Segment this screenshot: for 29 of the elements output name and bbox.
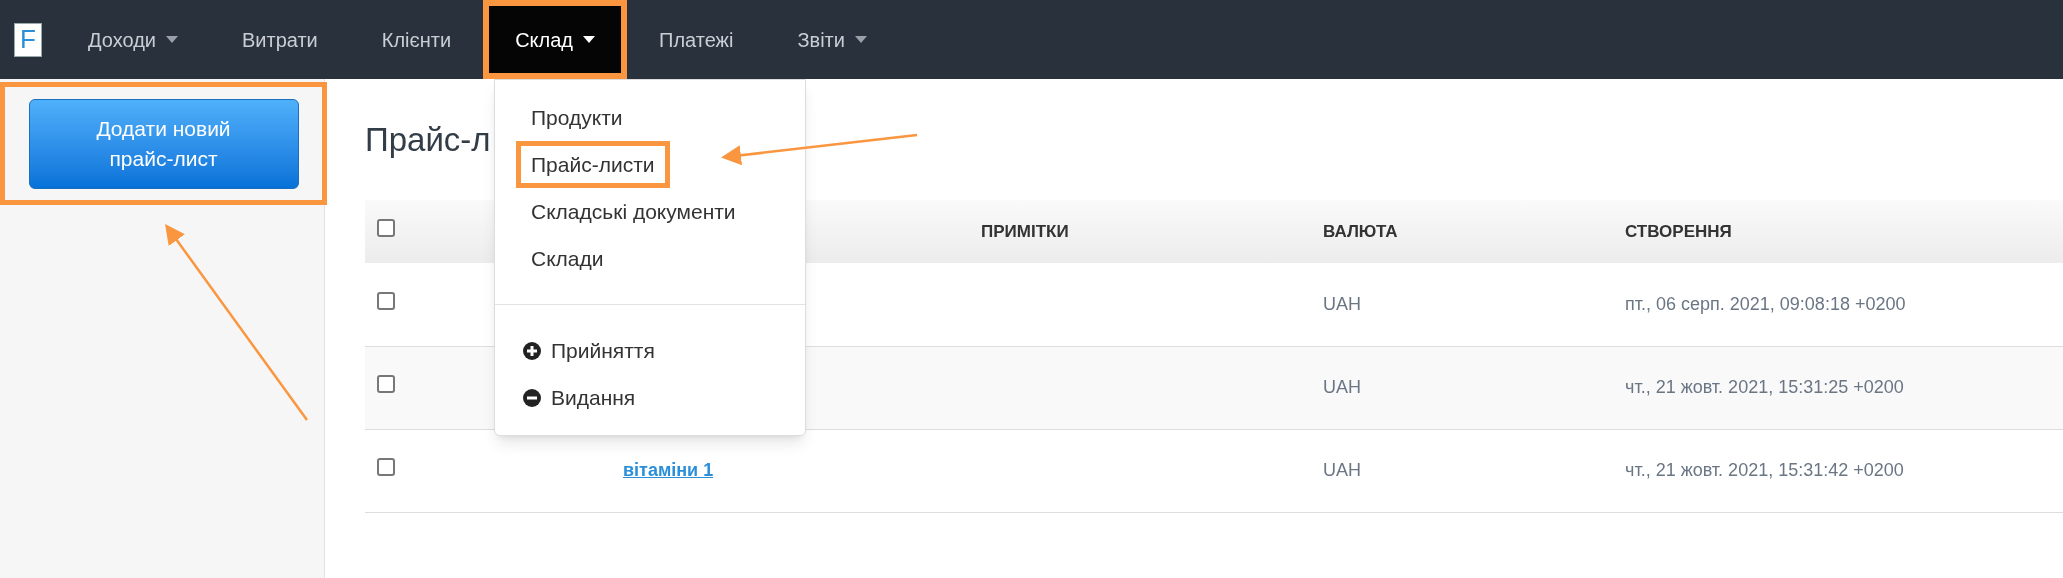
checkbox[interactable]	[377, 219, 395, 237]
menu-item[interactable]: Склади	[531, 242, 604, 275]
nav-tab[interactable]: Платежі	[627, 0, 766, 79]
menu-item[interactable]: Видання	[495, 374, 805, 421]
table-cell: чт., 21 жовт. 2021, 15:31:25 +0200	[1625, 377, 1904, 397]
column-header: ВАЛЮТА	[1323, 221, 1398, 241]
column-header: СТВОРЕННЯ	[1625, 221, 1732, 241]
menu-item[interactable]: Прайс-листи	[516, 140, 670, 189]
nav-tab[interactable]: Клієнти	[349, 0, 484, 79]
table-cell: чт., 21 жовт. 2021, 15:31:42 +0200	[1625, 460, 1904, 480]
checkbox[interactable]	[377, 458, 395, 476]
table-cell: UAH	[1323, 293, 1361, 314]
column-header: ПРИМІТКИ	[981, 221, 1069, 241]
nav-tab[interactable]: Доходи	[56, 0, 210, 79]
checkbox[interactable]	[377, 291, 395, 310]
menu-item[interactable]: Продукти	[531, 101, 623, 134]
minus-circle-icon	[523, 388, 541, 407]
plus-circle-icon	[523, 341, 541, 360]
nav-tab[interactable]: Звіти	[765, 0, 899, 79]
nav-tab[interactable]: Витрати	[209, 0, 350, 79]
table-cell: UAH	[1323, 377, 1361, 397]
menu-item[interactable]: Прийняття	[495, 327, 805, 374]
page-title: Прайс-л	[365, 119, 491, 160]
nav-tab[interactable]: Склад	[483, 0, 628, 79]
table-cell: пт., 06 серп. 2021, 09:08:18 +0200	[1625, 293, 1906, 314]
table-cell: UAH	[1323, 460, 1361, 480]
checkbox[interactable]	[377, 375, 395, 393]
add-button[interactable]: Додати новий прайс-лист	[28, 99, 299, 189]
menu-item[interactable]: Складські документи	[531, 195, 736, 228]
